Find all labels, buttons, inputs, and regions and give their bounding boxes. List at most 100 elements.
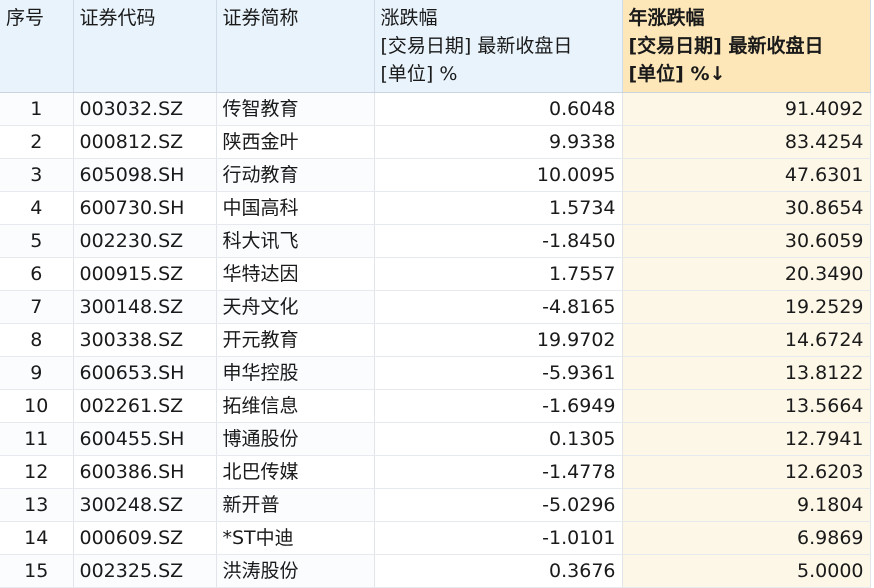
header-title: 涨跌幅 bbox=[380, 7, 438, 29]
table-row[interactable]: 12 600386.SH 北巴传媒 -1.4778 12.6203 bbox=[0, 455, 871, 489]
header-label: 序号 bbox=[6, 7, 45, 29]
cell-year-change-pct[interactable]: 14.6724 bbox=[622, 323, 871, 357]
cell-security-code[interactable]: 600730.SH bbox=[73, 191, 217, 225]
cell-year-change-pct[interactable]: 91.4092 bbox=[622, 92, 871, 126]
cell-security-code[interactable]: 600386.SH bbox=[73, 455, 217, 489]
table-row[interactable]: 11 600455.SH 博通股份 0.1305 12.7941 bbox=[0, 422, 871, 456]
header-date-note: [交易日期] 最新收盘日 bbox=[628, 35, 824, 57]
cell-index[interactable]: 6 bbox=[0, 257, 74, 291]
cell-year-change-pct[interactable]: 83.4254 bbox=[622, 125, 871, 159]
cell-change-pct[interactable]: -1.6949 bbox=[374, 389, 623, 423]
cell-security-code[interactable]: 002325.SZ bbox=[73, 554, 217, 588]
cell-year-change-pct[interactable]: 9.1804 bbox=[622, 488, 871, 522]
cell-security-name[interactable]: 北巴传媒 bbox=[216, 455, 375, 489]
cell-security-code[interactable]: 600653.SH bbox=[73, 356, 217, 390]
cell-index[interactable]: 3 bbox=[0, 158, 74, 192]
cell-index[interactable]: 4 bbox=[0, 191, 74, 225]
cell-index[interactable]: 11 bbox=[0, 422, 74, 456]
cell-change-pct[interactable]: 0.1305 bbox=[374, 422, 623, 456]
cell-index[interactable]: 1 bbox=[0, 92, 74, 126]
cell-change-pct[interactable]: -4.8165 bbox=[374, 290, 623, 324]
cell-change-pct[interactable]: 1.7557 bbox=[374, 257, 623, 291]
cell-security-name[interactable]: 洪涛股份 bbox=[216, 554, 375, 588]
cell-change-pct[interactable]: 1.5734 bbox=[374, 191, 623, 225]
cell-year-change-pct[interactable]: 13.8122 bbox=[622, 356, 871, 390]
cell-year-change-pct[interactable]: 47.6301 bbox=[622, 158, 871, 192]
cell-security-code[interactable]: 003032.SZ bbox=[73, 92, 217, 126]
cell-security-name[interactable]: *ST中迪 bbox=[216, 521, 375, 555]
cell-change-pct[interactable]: 10.0095 bbox=[374, 158, 623, 192]
cell-index[interactable]: 8 bbox=[0, 323, 74, 357]
cell-change-pct[interactable]: -1.8450 bbox=[374, 224, 623, 258]
table-row[interactable]: 5 002230.SZ 科大讯飞 -1.8450 30.6059 bbox=[0, 224, 871, 258]
cell-index[interactable]: 15 bbox=[0, 554, 74, 588]
cell-change-pct[interactable]: 9.9338 bbox=[374, 125, 623, 159]
cell-security-code[interactable]: 002230.SZ bbox=[73, 224, 217, 258]
cell-security-name[interactable]: 申华控股 bbox=[216, 356, 375, 390]
securities-table-view: 序号 证券代码 证券简称 涨跌幅 [交易日期] 最新收盘日 [单位] % 年涨跌… bbox=[0, 0, 874, 588]
cell-year-change-pct[interactable]: 12.6203 bbox=[622, 455, 871, 489]
cell-security-name[interactable]: 陕西金叶 bbox=[216, 125, 375, 159]
column-header-change[interactable]: 涨跌幅 [交易日期] 最新收盘日 [单位] % bbox=[374, 0, 623, 93]
cell-security-name[interactable]: 天舟文化 bbox=[216, 290, 375, 324]
table-row[interactable]: 7 300148.SZ 天舟文化 -4.8165 19.2529 bbox=[0, 290, 871, 324]
cell-change-pct[interactable]: -1.0101 bbox=[374, 521, 623, 555]
cell-change-pct[interactable]: 0.3676 bbox=[374, 554, 623, 588]
cell-security-code[interactable]: 300338.SZ bbox=[73, 323, 217, 357]
column-header-code[interactable]: 证券代码 bbox=[73, 0, 217, 93]
cell-security-name[interactable]: 博通股份 bbox=[216, 422, 375, 456]
cell-year-change-pct[interactable]: 13.5664 bbox=[622, 389, 871, 423]
column-header-name[interactable]: 证券简称 bbox=[216, 0, 375, 93]
cell-security-code[interactable]: 000609.SZ bbox=[73, 521, 217, 555]
cell-index[interactable]: 12 bbox=[0, 455, 74, 489]
cell-year-change-pct[interactable]: 6.9869 bbox=[622, 521, 871, 555]
cell-security-name[interactable]: 华特达因 bbox=[216, 257, 375, 291]
table-row[interactable]: 8 300338.SZ 开元教育 19.9702 14.6724 bbox=[0, 323, 871, 357]
cell-security-code[interactable]: 000812.SZ bbox=[73, 125, 217, 159]
cell-index[interactable]: 7 bbox=[0, 290, 74, 324]
cell-year-change-pct[interactable]: 5.0000 bbox=[622, 554, 871, 588]
cell-change-pct[interactable]: -5.0296 bbox=[374, 488, 623, 522]
cell-index[interactable]: 9 bbox=[0, 356, 74, 390]
cell-security-code[interactable]: 000915.SZ bbox=[73, 257, 217, 291]
cell-change-pct[interactable]: -5.9361 bbox=[374, 356, 623, 390]
cell-index[interactable]: 5 bbox=[0, 224, 74, 258]
column-header-index[interactable]: 序号 bbox=[0, 0, 74, 93]
cell-security-name[interactable]: 传智教育 bbox=[216, 92, 375, 126]
column-header-year-change-sorted[interactable]: 年涨跌幅 [交易日期] 最新收盘日 [单位] %↓ bbox=[622, 0, 871, 93]
cell-security-code[interactable]: 300148.SZ bbox=[73, 290, 217, 324]
table-row[interactable]: 1 003032.SZ 传智教育 0.6048 91.4092 bbox=[0, 92, 871, 126]
cell-security-name[interactable]: 开元教育 bbox=[216, 323, 375, 357]
table-row[interactable]: 3 605098.SH 行动教育 10.0095 47.6301 bbox=[0, 158, 871, 192]
cell-year-change-pct[interactable]: 20.3490 bbox=[622, 257, 871, 291]
cell-year-change-pct[interactable]: 30.8654 bbox=[622, 191, 871, 225]
cell-security-code[interactable]: 600455.SH bbox=[73, 422, 217, 456]
cell-index[interactable]: 10 bbox=[0, 389, 74, 423]
table-row[interactable]: 15 002325.SZ 洪涛股份 0.3676 5.0000 bbox=[0, 554, 871, 588]
cell-security-name[interactable]: 中国高科 bbox=[216, 191, 375, 225]
cell-security-name[interactable]: 行动教育 bbox=[216, 158, 375, 192]
table-row[interactable]: 14 000609.SZ *ST中迪 -1.0101 6.9869 bbox=[0, 521, 871, 555]
table-row[interactable]: 2 000812.SZ 陕西金叶 9.9338 83.4254 bbox=[0, 125, 871, 159]
cell-year-change-pct[interactable]: 19.2529 bbox=[622, 290, 871, 324]
cell-change-pct[interactable]: -1.4778 bbox=[374, 455, 623, 489]
cell-security-code[interactable]: 605098.SH bbox=[73, 158, 217, 192]
table-row[interactable]: 13 300248.SZ 新开普 -5.0296 9.1804 bbox=[0, 488, 871, 522]
table-row[interactable]: 4 600730.SH 中国高科 1.5734 30.8654 bbox=[0, 191, 871, 225]
header-label: 证券代码 bbox=[79, 7, 156, 29]
cell-change-pct[interactable]: 19.9702 bbox=[374, 323, 623, 357]
cell-security-name[interactable]: 科大讯飞 bbox=[216, 224, 375, 258]
cell-security-code[interactable]: 002261.SZ bbox=[73, 389, 217, 423]
table-row[interactable]: 6 000915.SZ 华特达因 1.7557 20.3490 bbox=[0, 257, 871, 291]
cell-year-change-pct[interactable]: 30.6059 bbox=[622, 224, 871, 258]
cell-index[interactable]: 2 bbox=[0, 125, 74, 159]
cell-year-change-pct[interactable]: 12.7941 bbox=[622, 422, 871, 456]
cell-security-name[interactable]: 拓维信息 bbox=[216, 389, 375, 423]
table-row[interactable]: 9 600653.SH 申华控股 -5.9361 13.8122 bbox=[0, 356, 871, 390]
cell-index[interactable]: 13 bbox=[0, 488, 74, 522]
cell-change-pct[interactable]: 0.6048 bbox=[374, 92, 623, 126]
cell-index[interactable]: 14 bbox=[0, 521, 74, 555]
table-row[interactable]: 10 002261.SZ 拓维信息 -1.6949 13.5664 bbox=[0, 389, 871, 423]
cell-security-name[interactable]: 新开普 bbox=[216, 488, 375, 522]
cell-security-code[interactable]: 300248.SZ bbox=[73, 488, 217, 522]
